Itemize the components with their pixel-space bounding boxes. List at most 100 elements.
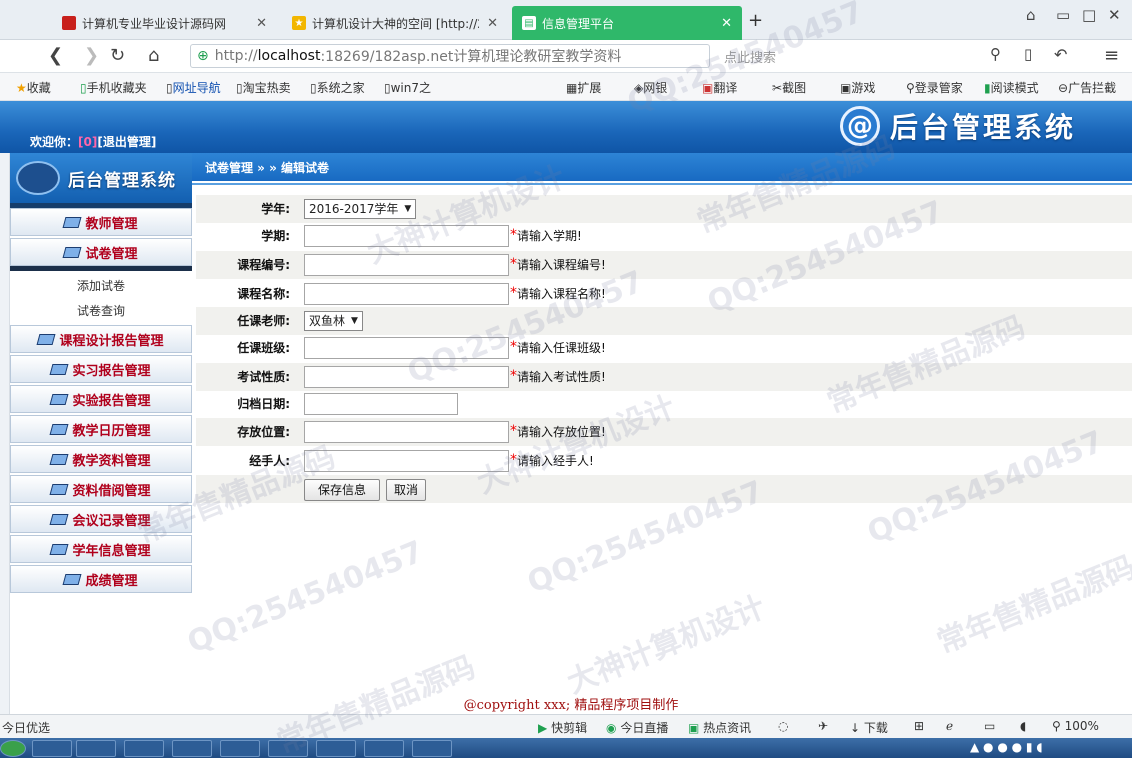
teacher-select[interactable]: 双鱼林 ▼ — [304, 311, 363, 331]
required-mark: * — [510, 368, 517, 384]
submenu-add-exam[interactable]: 添加试卷 — [10, 274, 192, 298]
bookmark-win7[interactable]: ▯win7之 — [384, 79, 431, 96]
sidebar-brand: 后台管理系统 — [10, 153, 192, 203]
browser-tab-2[interactable]: ★ 计算机设计大神的空间 [http://2 ✕ — [282, 6, 508, 40]
new-tab-button[interactable]: + — [748, 10, 763, 31]
field-label: 学年: — [261, 202, 290, 216]
refresh-icon[interactable]: ↻ — [110, 45, 125, 66]
bookmark-favorites[interactable]: ★收藏 — [16, 79, 51, 96]
sidebar-item-grades[interactable]: 成绩管理 — [10, 565, 192, 593]
minimize-icon[interactable]: ▭ — [1056, 6, 1070, 24]
form-row-semester: 学期: *请输入学期! — [196, 222, 1132, 250]
bookmark-xitong[interactable]: ▯系统之家 — [310, 79, 365, 96]
select-value: 双鱼林 — [309, 314, 346, 328]
class-input[interactable] — [304, 337, 509, 359]
sidebar-item-meeting[interactable]: 会议记录管理 — [10, 505, 192, 533]
forward-arrow-icon[interactable]: ❯ — [84, 45, 99, 66]
taskbar-app-9[interactable] — [412, 740, 452, 757]
bookmark-reader[interactable]: ▮阅读模式 — [984, 79, 1039, 96]
archive-date-input[interactable] — [304, 393, 458, 415]
sidebar-item-teacher[interactable]: 教师管理 — [10, 208, 192, 236]
exam-type-input[interactable] — [304, 366, 509, 388]
semester-input[interactable] — [304, 225, 509, 247]
menu-icon[interactable]: ≡ — [1104, 45, 1119, 66]
taskbar-app-7[interactable] — [316, 740, 356, 757]
save-button[interactable]: 保存信息 — [304, 479, 380, 501]
shield-icon: ◈ — [634, 81, 644, 95]
status-speed-icon[interactable]: ◌ — [778, 719, 788, 733]
tray-icons[interactable]: ▲ ● ● ● ▮ ◖ — [970, 740, 1043, 754]
status-item-news[interactable]: ▣ 热点资讯 — [688, 719, 751, 736]
status-today-picks[interactable]: 今日优选 — [2, 719, 50, 736]
sidebar-item-course-design[interactable]: 课程设计报告管理 — [10, 325, 192, 353]
page-icon: ▯ — [166, 81, 173, 95]
skin-icon[interactable]: ⌂ — [1026, 6, 1036, 24]
bookmark-games[interactable]: ▣游戏 — [840, 79, 875, 96]
url-path: :18269/182asp.net计算机理论教研室教学资料 — [320, 49, 622, 65]
taskbar-app-8[interactable] — [364, 740, 404, 757]
location-input[interactable] — [304, 421, 509, 443]
submenu-query-exam[interactable]: 试卷查询 — [10, 299, 192, 323]
start-button[interactable] — [0, 740, 26, 757]
undo-icon[interactable]: ↶ — [1054, 45, 1067, 64]
phone-icon: ▯ — [80, 81, 87, 95]
search-input[interactable]: 点此搜索 — [716, 44, 966, 68]
status-sound-icon[interactable]: ◖ — [1020, 719, 1026, 733]
taskbar-app-explorer[interactable] — [76, 740, 116, 757]
browser-tab-3-active[interactable]: ▤ 信息管理平台 ✕ — [512, 6, 742, 40]
search-icon[interactable]: ⚲ — [990, 45, 1001, 63]
form-row-archive-date: 归档日期: — [196, 390, 1132, 418]
status-item-download[interactable]: ↓ 下载 — [850, 719, 888, 736]
status-zoom[interactable]: ⚲ 100% — [1052, 719, 1099, 733]
status-pin-icon[interactable]: ✈ — [818, 719, 828, 733]
sidebar-item-exam[interactable]: 试卷管理 — [10, 238, 192, 266]
year-select[interactable]: 2016-2017学年 ▼ — [304, 199, 417, 219]
status-layout-icon[interactable]: ⊞ — [914, 719, 924, 733]
form-row-location: 存放位置: *请输入存放位置! — [196, 418, 1132, 446]
sidebar-item-internship[interactable]: 实习报告管理 — [10, 355, 192, 383]
status-item-live[interactable]: ◉ 今日直播 — [606, 719, 668, 736]
status-ie-icon[interactable]: ℯ — [946, 719, 953, 733]
sidebar-item-school-year[interactable]: 学年信息管理 — [10, 535, 192, 563]
page-icon: ▯ — [384, 81, 391, 95]
sidebar-item-calendar[interactable]: 教学日历管理 — [10, 415, 192, 443]
bookmark-adblock[interactable]: ⊖广告拦截 — [1058, 79, 1116, 96]
taskbar-app-ie[interactable] — [32, 740, 72, 757]
sidebar-item-materials[interactable]: 教学资料管理 — [10, 445, 192, 473]
status-window-icon[interactable]: ▭ — [984, 719, 995, 733]
bookmark-extensions[interactable]: ▦扩展 — [566, 79, 601, 96]
bookmark-nav[interactable]: ▯网址导航 — [166, 79, 221, 96]
back-arrow-icon[interactable]: ❮ — [48, 45, 63, 66]
bookmark-screenshot[interactable]: ✂截图 — [772, 79, 806, 96]
browser-tab-1[interactable]: 计算机专业毕业设计源码网 ✕ — [52, 6, 277, 40]
bookmark-translate[interactable]: ▣翻译 — [702, 79, 737, 96]
course-name-input[interactable] — [304, 283, 509, 305]
chevron-down-icon: ▼ — [404, 204, 412, 214]
taskbar-app-6[interactable] — [268, 740, 308, 757]
bookmark-taobao[interactable]: ▯淘宝热卖 — [236, 79, 291, 96]
logout-link[interactable]: [退出管理] — [97, 135, 156, 149]
close-window-icon[interactable]: ✕ — [1108, 6, 1121, 24]
maximize-icon[interactable]: □ — [1082, 6, 1096, 24]
taskbar-app-3[interactable] — [124, 740, 164, 757]
play-icon: ▶ — [538, 721, 548, 735]
handler-input[interactable] — [304, 450, 509, 472]
cancel-button[interactable]: 取消 — [386, 479, 426, 501]
close-tab-icon[interactable]: ✕ — [487, 16, 498, 31]
bookmark-login[interactable]: ⚲登录管家 — [906, 79, 963, 96]
close-tab-icon[interactable]: ✕ — [721, 16, 732, 31]
bookmark-bank[interactable]: ◈网银 — [634, 79, 667, 96]
taskbar-app-4[interactable] — [172, 740, 212, 757]
form-row-class: 任课班级: *请输入任课班级! — [196, 334, 1132, 362]
sidebar-item-borrow[interactable]: 资料借阅管理 — [10, 475, 192, 503]
bookmark-mobile[interactable]: ▯手机收藏夹 — [80, 79, 147, 96]
url-input[interactable]: ⊕ http://localhost:18269/182asp.net计算机理论… — [190, 44, 710, 68]
phone-icon[interactable]: ▯ — [1024, 45, 1032, 63]
status-item-clip[interactable]: ▶ 快剪辑 — [538, 719, 587, 736]
close-tab-icon[interactable]: ✕ — [256, 16, 267, 31]
course-no-input[interactable] — [304, 254, 509, 276]
menu-icon — [50, 423, 69, 435]
home-icon[interactable]: ⌂ — [148, 45, 159, 66]
sidebar-item-experiment[interactable]: 实验报告管理 — [10, 385, 192, 413]
taskbar-app-5[interactable] — [220, 740, 260, 757]
